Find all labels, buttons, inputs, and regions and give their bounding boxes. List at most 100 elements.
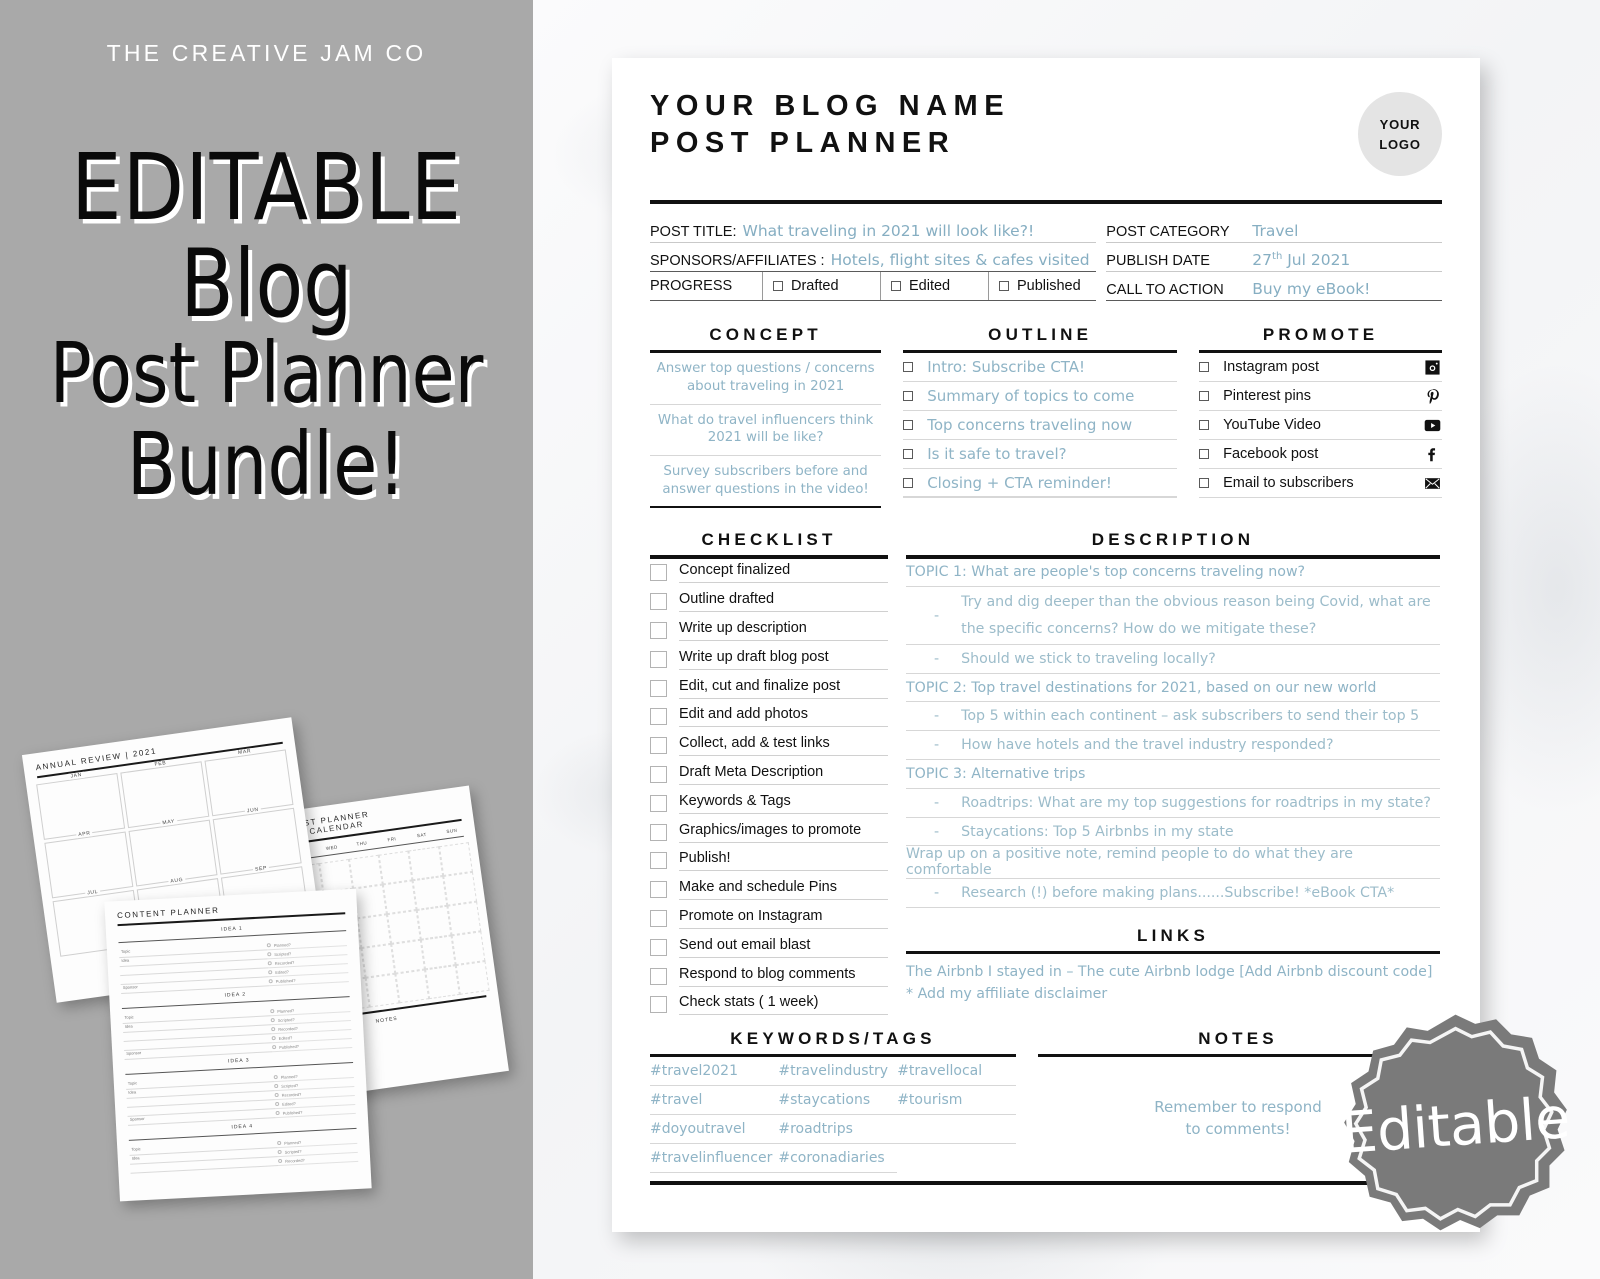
- keyword-tag[interactable]: #tourism: [897, 1086, 1017, 1116]
- keyword-tag[interactable]: #roadtrips: [778, 1115, 898, 1145]
- description-bullet[interactable]: - Try and dig deeper than the obvious rea…: [906, 587, 1440, 645]
- checklist-item[interactable]: Check stats ( 1 week): [650, 990, 888, 1019]
- checklist-item[interactable]: Edit and add photos: [650, 702, 888, 731]
- description-bullet[interactable]: - Staycations: Top 5 Airbnbs in my state: [906, 818, 1440, 847]
- checkbox-icon[interactable]: [650, 621, 667, 639]
- promote-item-email[interactable]: Email to subscribers: [1199, 469, 1442, 499]
- keyword-tag[interactable]: #staycations: [778, 1086, 898, 1116]
- checkbox-icon[interactable]: [903, 449, 914, 460]
- checkbox-icon[interactable]: [999, 281, 1009, 291]
- mockup-calendar-cell: [382, 880, 418, 915]
- checkbox-icon[interactable]: [650, 708, 667, 726]
- keyword-tag[interactable]: [897, 1115, 1017, 1145]
- checklist-item[interactable]: Make and schedule Pins: [650, 875, 888, 904]
- checkbox-icon[interactable]: [1199, 362, 1210, 373]
- checkbox-icon[interactable]: [1199, 478, 1210, 489]
- checklist-item[interactable]: Collect, add & test links: [650, 731, 888, 760]
- description-plain-line[interactable]: Wrap up on a positive note, remind peopl…: [906, 846, 1440, 880]
- post-category-row[interactable]: POST CATEGORY Travel: [1106, 214, 1442, 243]
- publish-date-value[interactable]: 27th Jul 2021: [1252, 251, 1350, 269]
- progress-step-drafted[interactable]: Drafted: [762, 272, 880, 300]
- concept-item[interactable]: What do travel influencers think 2021 wi…: [650, 405, 882, 456]
- description-bullet[interactable]: - Roadtrips: What are my top suggestions …: [906, 789, 1440, 818]
- concept-item[interactable]: Answer top questions / concerns about tr…: [650, 353, 882, 405]
- checkbox-icon[interactable]: [903, 477, 914, 488]
- call-to-action-row[interactable]: CALL TO ACTION Buy my eBook!: [1106, 272, 1442, 301]
- publish-date-row[interactable]: PUBLISH DATE 27th Jul 2021: [1106, 243, 1442, 272]
- checkbox-icon[interactable]: [1199, 391, 1210, 402]
- logo-placeholder[interactable]: YOUR LOGO: [1358, 92, 1442, 176]
- checkbox-icon[interactable]: [650, 823, 667, 841]
- checklist-item[interactable]: Outline drafted: [650, 587, 888, 616]
- call-to-action-value[interactable]: Buy my eBook!: [1252, 280, 1370, 298]
- progress-step-published[interactable]: Published: [988, 272, 1096, 300]
- description-topic[interactable]: TOPIC 3: Alternative trips: [906, 760, 1440, 789]
- checklist-item[interactable]: Write up description: [650, 616, 888, 645]
- description-bullet[interactable]: - How have hotels and the travel industry…: [906, 731, 1440, 761]
- promote-item-pinterest[interactable]: Pinterest pins: [1199, 382, 1442, 412]
- keyword-tag[interactable]: #coronadiaries: [778, 1144, 898, 1174]
- keyword-tag[interactable]: #travel: [650, 1086, 779, 1116]
- description-bullet[interactable]: - Should we stick to traveling locally?: [906, 645, 1440, 674]
- outline-item[interactable]: Top concerns traveling now: [903, 411, 1178, 441]
- description-bullet[interactable]: - Research (!) before making plans......S…: [906, 879, 1440, 909]
- radio-icon: [268, 979, 273, 984]
- checklist-item[interactable]: Draft Meta Description: [650, 760, 888, 789]
- checkbox-icon[interactable]: [650, 881, 667, 899]
- promote-item-facebook[interactable]: Facebook post: [1199, 440, 1442, 470]
- checklist-item[interactable]: Edit, cut and finalize post: [650, 674, 888, 703]
- checklist-item[interactable]: Graphics/images to promote: [650, 818, 888, 847]
- checklist-item[interactable]: Publish!: [650, 846, 888, 875]
- promote-item-youtube[interactable]: YouTube Video: [1199, 411, 1442, 441]
- post-title-row[interactable]: POST TITLE: What traveling in 2021 will …: [650, 214, 1097, 243]
- concept-item[interactable]: Survey subscribers before and answer que…: [650, 456, 882, 509]
- outline-item[interactable]: Is it safe to travel?: [903, 440, 1178, 470]
- checkbox-icon[interactable]: [650, 996, 667, 1014]
- sponsors-value[interactable]: Hotels, flight sites & cafes visited: [831, 251, 1090, 269]
- checklist-item[interactable]: Keywords & Tags: [650, 789, 888, 818]
- keyword-tag[interactable]: [897, 1144, 1016, 1173]
- post-category-value[interactable]: Travel: [1252, 222, 1298, 240]
- description-topic[interactable]: TOPIC 2: Top travel destinations for 202…: [906, 674, 1440, 703]
- checklist-item[interactable]: Promote on Instagram: [650, 904, 888, 933]
- checkbox-icon[interactable]: [650, 794, 667, 812]
- outline-item[interactable]: Intro: Subscribe CTA!: [903, 353, 1178, 383]
- checkbox-icon[interactable]: [650, 679, 667, 697]
- checkbox-icon[interactable]: [650, 650, 667, 668]
- keyword-tag[interactable]: #doyoutravel: [650, 1115, 779, 1145]
- outline-item[interactable]: Closing + CTA reminder!: [903, 469, 1178, 499]
- checkbox-icon[interactable]: [650, 938, 667, 956]
- checkbox-icon[interactable]: [650, 593, 667, 611]
- checkbox-icon[interactable]: [903, 420, 914, 431]
- checklist-item[interactable]: Respond to blog comments: [650, 962, 888, 991]
- post-title-value[interactable]: What traveling in 2021 will look like?!: [743, 222, 1035, 240]
- checkbox-icon[interactable]: [1199, 420, 1210, 431]
- checkbox-icon[interactable]: [903, 391, 914, 402]
- checkbox-icon[interactable]: [650, 852, 667, 870]
- outline-item[interactable]: Summary of topics to come: [903, 382, 1178, 412]
- sponsors-row[interactable]: SPONSORS/AFFILIATES : Hotels, flight sit…: [650, 243, 1097, 272]
- keyword-tag[interactable]: #travel2021: [650, 1057, 779, 1087]
- checklist-item[interactable]: Send out email blast: [650, 933, 888, 962]
- checklist-description-row: CHECKLIST Concept finalized Outline draf…: [650, 530, 1442, 1019]
- links-body[interactable]: The Airbnb I stayed in – The cute Airbnb…: [906, 954, 1440, 1005]
- description-topic[interactable]: TOPIC 1: What are people's top concerns …: [906, 559, 1440, 588]
- checkbox-icon[interactable]: [891, 281, 901, 291]
- checkbox-icon[interactable]: [903, 362, 914, 373]
- checkbox-icon[interactable]: [650, 909, 667, 927]
- checkbox-icon[interactable]: [773, 281, 783, 291]
- checkbox-icon[interactable]: [650, 737, 667, 755]
- checkbox-icon[interactable]: [650, 564, 667, 582]
- keyword-tag[interactable]: #travellocal: [897, 1057, 1017, 1087]
- keyword-tag[interactable]: #travelindustry: [778, 1057, 898, 1087]
- checkbox-icon[interactable]: [650, 765, 667, 783]
- checklist-item[interactable]: Write up draft blog post: [650, 645, 888, 674]
- checklist-item[interactable]: Concept finalized: [650, 559, 888, 588]
- checkbox-icon[interactable]: [650, 967, 667, 985]
- keyword-tag[interactable]: #travelinfluencer: [650, 1144, 779, 1174]
- checkbox-icon[interactable]: [1199, 449, 1210, 460]
- progress-step-edited[interactable]: Edited: [880, 272, 988, 300]
- promote-item-instagram[interactable]: Instagram post: [1199, 353, 1442, 383]
- description-bullet[interactable]: - Top 5 within each continent – ask subsc…: [906, 702, 1440, 732]
- bullet-dash: -: [934, 607, 940, 624]
